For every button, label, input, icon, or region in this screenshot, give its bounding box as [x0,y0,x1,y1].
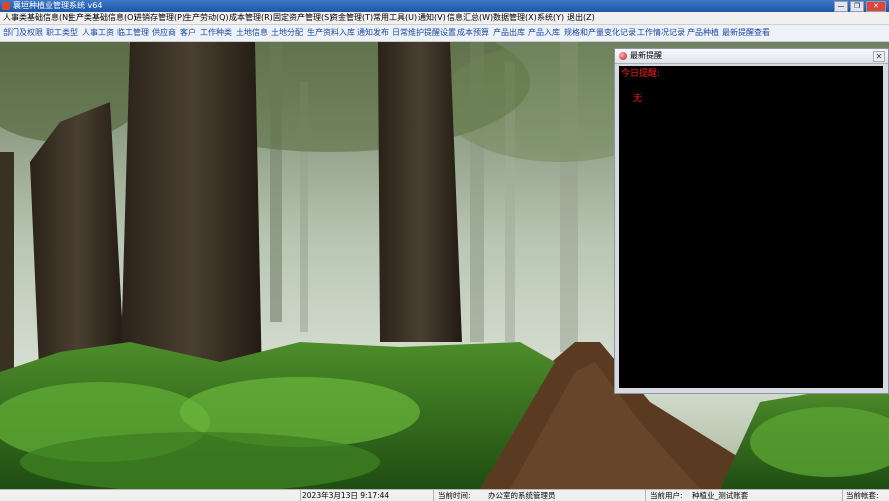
tool-cost-budget[interactable]: 成本预算 [457,27,489,39]
tool-land-info[interactable]: 土地信息 [236,27,268,39]
status-bar: 2023年3月13日 9:17:44 当前时间: 办公室的系统管理员 当前用户:… [0,489,889,501]
menu-info-summary[interactable]: 信息汇总(W) [447,12,493,24]
menu-production-basic[interactable]: 生产类基础信息(O) [68,12,137,24]
tool-hr-salary[interactable]: 人事工资 [82,27,114,39]
tool-product-inbound[interactable]: 产品入库 [528,27,560,39]
status-segment-divider-3 [0,490,843,501]
tool-customer[interactable]: 客户 [180,27,196,39]
tool-notice-publish[interactable]: 通知发布 [357,27,389,39]
menu-funds[interactable]: 资金管理(T) [330,12,373,24]
tool-temp-worker[interactable]: 临工管理 [117,27,149,39]
menu-tools[interactable]: 常用工具(U) [373,12,417,24]
restore-button[interactable]: ❐ [850,1,864,12]
menu-notice[interactable]: 通知(V) [418,12,446,24]
reminder-window: 最新提醒 ✕ 今日提醒: 无 [614,48,889,394]
menu-data[interactable]: 数据管理(X) [493,12,537,24]
tool-spec-yield-log[interactable]: 规格和产量变化记录 [564,27,636,39]
menu-hr-basic[interactable]: 人事类基础信息(N) [3,12,71,24]
close-button[interactable]: ✕ [866,1,886,12]
menu-bar: 人事类基础信息(N) 生产类基础信息(O) 进销存管理(P) 生产劳动(Q) 成… [0,12,889,25]
tool-work-type[interactable]: 工作种类 [200,27,232,39]
reminder-content-area: 今日提醒: 无 [619,66,883,388]
tool-dept-permission[interactable]: 部门及权限 [3,27,43,39]
tool-work-log[interactable]: 工作情况记录 [637,27,685,39]
tool-supplier[interactable]: 供应商 [152,27,176,39]
reminder-icon [619,52,627,60]
status-account-label: 当前帐套: [846,491,879,500]
reminder-window-titlebar[interactable]: 最新提醒 ✕ [615,49,888,64]
tool-planting[interactable]: 产品种植 [687,27,719,39]
quick-toolbar: 部门及权限 职工类型 人事工资 临工管理 供应商 客户 工作种类 土地信息 土地… [0,25,889,42]
today-reminder-heading: 今日提醒: [621,69,661,79]
reminder-empty-text: 无 [633,94,643,104]
menu-cost[interactable]: 成本管理(R) [229,12,273,24]
minimize-button[interactable]: — [834,1,848,12]
tool-material-inbound[interactable]: 生产资料入库 [307,27,355,39]
tool-employee-type[interactable]: 职工类型 [46,27,78,39]
menu-inventory[interactable]: 进销存管理(P) [134,12,185,24]
menu-exit[interactable]: 退出(Z) [567,12,595,24]
menu-system[interactable]: 系统(Y) [537,12,564,24]
menu-labor[interactable]: 生产劳动(Q) [184,12,229,24]
tool-land-allocation[interactable]: 土地分配 [271,27,303,39]
menu-fixed-assets[interactable]: 固定资产管理(S) [273,12,332,24]
reminder-window-title: 最新提醒 [630,51,662,60]
tool-product-outbound[interactable]: 产品出库 [493,27,525,39]
tool-latest-reminders[interactable]: 最新提醒查看 [722,27,770,39]
title-bar: 襄垣种植业管理系统 v64 — ❐ ✕ [0,0,889,12]
tool-maintenance-reminder[interactable]: 日常维护提醒设置 [392,27,456,39]
window-title: 襄垣种植业管理系统 v64 [13,1,103,10]
reminder-close-button[interactable]: ✕ [873,51,885,62]
app-icon [2,2,10,10]
